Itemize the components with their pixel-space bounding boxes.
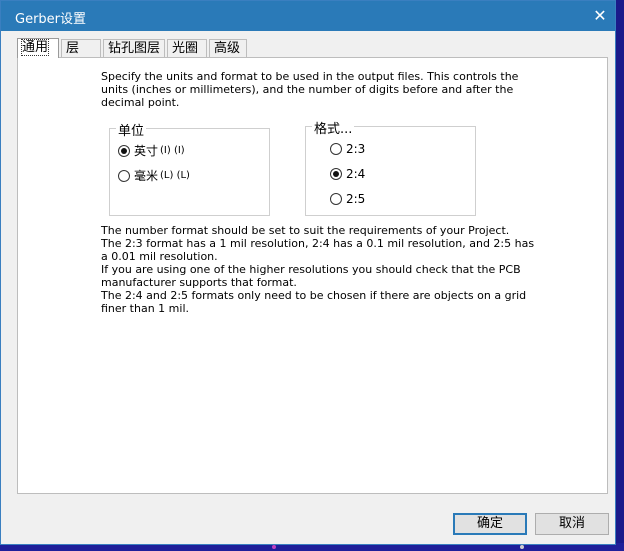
radio-indicator: [330, 193, 342, 205]
cancel-button[interactable]: 取消: [535, 513, 609, 535]
close-button[interactable]: ✕: [585, 1, 615, 31]
format-group-legend: 格式...: [312, 118, 355, 137]
tab-layers[interactable]: 层: [61, 39, 101, 57]
radio-indicator: [118, 170, 130, 182]
tab-apertures[interactable]: 光圈: [167, 39, 207, 57]
info-line: The 2:4 and 2:5 formats only need to be …: [101, 289, 527, 315]
dialog-title: Gerber设置: [15, 12, 87, 27]
radio-indicator-checked: [330, 168, 342, 180]
radio-millimeters-accel: (L) (L): [160, 170, 190, 181]
radio-format-2-3[interactable]: 2:3: [330, 141, 365, 157]
format-info-text: The number format should be set to suit …: [101, 224, 541, 315]
title-bar: Gerber设置 ✕: [1, 1, 615, 31]
radio-format-2-3-label: 2:3: [346, 142, 366, 156]
radio-format-2-5[interactable]: 2:5: [330, 191, 365, 207]
background-marker: [272, 545, 276, 549]
general-tab-panel: Specify the units and format to be used …: [17, 57, 608, 494]
radio-inches-accel: (I) (I): [160, 145, 185, 156]
background-marker: [520, 545, 524, 549]
format-group: 格式... 2:3 2:4 2:5: [305, 118, 476, 216]
radio-indicator: [330, 143, 342, 155]
ok-button[interactable]: 确定: [453, 513, 527, 535]
tab-drill-layers[interactable]: 钻孔图层: [103, 39, 165, 57]
radio-inches[interactable]: 英寸 (I) (I): [118, 143, 185, 159]
radio-indicator-checked: [118, 145, 130, 157]
radio-millimeters-label: 毫米: [134, 169, 159, 183]
radio-inches-label: 英寸: [134, 144, 159, 158]
radio-format-2-4[interactable]: 2:4: [330, 166, 365, 182]
radio-format-2-4-label: 2:4: [346, 167, 366, 181]
units-description: Specify the units and format to be used …: [101, 70, 519, 109]
radio-format-2-5-label: 2:5: [346, 192, 366, 206]
tab-general[interactable]: 通用: [17, 38, 59, 58]
info-line: The number format should be set to suit …: [101, 224, 510, 237]
info-line: The 2:3 format has a 1 mil resolution, 2…: [101, 237, 535, 263]
tab-advanced[interactable]: 高级: [209, 39, 247, 57]
units-group: 单位 英寸 (I) (I) 毫米 (L) (L): [109, 120, 270, 216]
info-line: If you are using one of the higher resol…: [101, 263, 521, 289]
gerber-settings-dialog: Gerber设置 ✕ 通用 层 钻孔图层 光圈 高级 Specify the u…: [0, 0, 616, 545]
radio-millimeters[interactable]: 毫米 (L) (L): [118, 168, 190, 184]
units-group-legend: 单位: [116, 120, 147, 139]
